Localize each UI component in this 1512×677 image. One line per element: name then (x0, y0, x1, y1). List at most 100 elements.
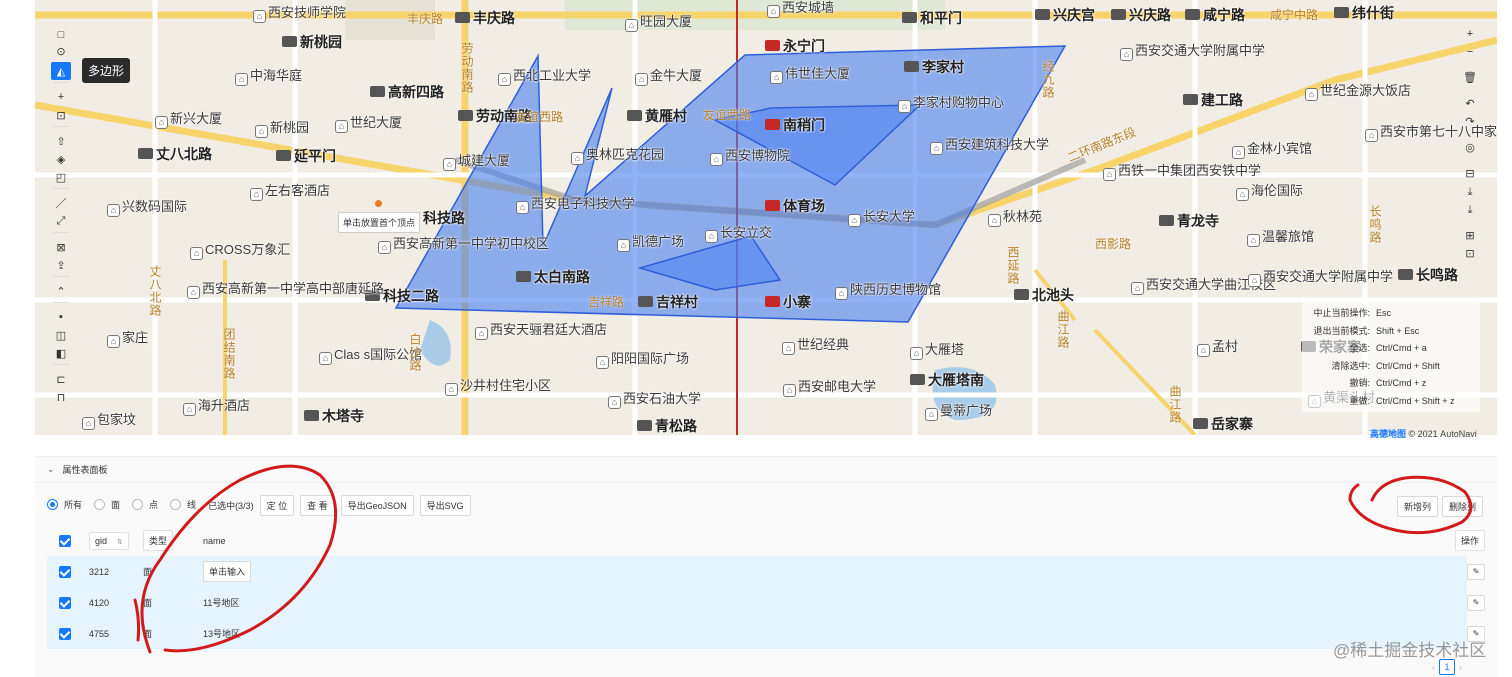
poi-marker[interactable]: ⌂ 西北工业大学 (498, 68, 591, 86)
metro-station[interactable]: 长鸣路 (1398, 267, 1458, 283)
redo-icon[interactable]: ↷ (1461, 114, 1479, 130)
poi-marker[interactable]: ⌂ 金林小宾馆 (1232, 141, 1312, 159)
download-icon[interactable]: ⤓ (1461, 184, 1479, 200)
radio-icon[interactable] (94, 499, 106, 510)
poi-marker[interactable]: ⌂ 凯德广场 (617, 234, 684, 252)
metro-station[interactable]: 延平门 (276, 148, 336, 164)
poi-marker[interactable]: ⌂ 阳阳国际广场 (596, 351, 689, 369)
metro-station[interactable]: 建工路 (1183, 92, 1243, 108)
circle-icon[interactable]: ⊙ (51, 42, 71, 60)
metro-station[interactable]: 和平门 (902, 10, 962, 26)
poi-marker[interactable]: ⌂ 海升酒店 (183, 398, 250, 416)
filter-radio[interactable]: 线 (170, 498, 196, 511)
page-number[interactable]: 1 (1439, 659, 1455, 675)
edit-icon[interactable]: ✎ (1467, 594, 1485, 611)
poi-marker[interactable]: ⌂ 世纪金源大饭店 (1305, 83, 1411, 101)
map-canvas[interactable]: 丰庆路 新桃园 高新四路 劳动南路 黄雁村 丈八北路 延平门 科技路 太白南路 科技二路 吉祥村 和平… (35, 0, 1497, 435)
metro-station[interactable]: 岳家寨 (1193, 416, 1253, 432)
prev-page-icon[interactable]: ‹ (1432, 662, 1435, 672)
row-checkbox[interactable] (59, 627, 71, 640)
poi-marker[interactable]: ⌂ 西安邮电大学 (783, 379, 876, 397)
chevron-down-icon[interactable]: ⌄ (47, 464, 55, 475)
table-row[interactable]: 4120 面 11号地区 ✎ (47, 587, 1485, 618)
header-type[interactable]: 类型 (143, 530, 174, 551)
zoom-in-icon[interactable]: + (1461, 26, 1479, 42)
metro-station[interactable]: 青龙寺 (1159, 213, 1219, 229)
fullscreen-icon[interactable]: ⊡ (1461, 246, 1479, 262)
metro-station[interactable]: 永宁门 (765, 38, 825, 54)
poi-marker[interactable]: ⌂ 世纪大厦 (335, 115, 402, 133)
poi-marker[interactable]: ⌂ 沙井村住宅小区 (445, 378, 551, 396)
metro-station[interactable]: 大雁塔南 (910, 372, 984, 388)
poi-marker[interactable]: ⌂ 金牛大厦 (635, 68, 702, 86)
poi-marker[interactable]: ⌂ 西安博物院 (710, 148, 790, 166)
poi-marker[interactable]: ⌂ 西安技师学院 (253, 5, 346, 23)
add-column-button[interactable]: 新增列 (1396, 496, 1438, 517)
poi-marker[interactable]: ⌂ 包家坟 (82, 412, 136, 430)
sort-icon[interactable]: ⇅ (117, 539, 123, 546)
poi-marker[interactable]: ⌂ 新兴大厦 (155, 111, 222, 129)
metro-station[interactable]: 木塔寺 (304, 408, 364, 424)
crop-icon[interactable]: ⊓ (51, 388, 71, 406)
radio-icon[interactable] (132, 499, 144, 510)
zoom-out-icon[interactable]: − (1461, 44, 1479, 60)
undo-icon[interactable]: ↶ (1461, 96, 1479, 112)
poi-marker[interactable]: ⌂ 左右客酒店 (250, 183, 330, 201)
metro-station[interactable]: 咸宁路 (1185, 7, 1245, 23)
row-checkbox[interactable] (59, 596, 71, 609)
line-icon[interactable]: ／ (51, 194, 71, 212)
edit-icon[interactable]: ✎ (1467, 563, 1485, 580)
filter-radio[interactable]: 所有 (47, 498, 82, 511)
cell-name[interactable]: 13号地区 (203, 627, 240, 640)
metro-station[interactable]: 南稍门 (765, 117, 825, 133)
filter-radio[interactable]: 面 (94, 498, 120, 511)
metro-station[interactable]: 北池头 (1014, 287, 1074, 303)
metro-station[interactable]: 李家村 (904, 59, 964, 75)
metro-station[interactable]: 青松路 (637, 418, 697, 434)
add-icon[interactable]: + (51, 88, 71, 106)
panel-header[interactable]: ⌄ 属性表面板 (35, 457, 1497, 483)
layer-icon[interactable]: ◫ (51, 326, 71, 344)
delete-column-button[interactable]: 删除列 (1441, 496, 1483, 517)
poi-marker[interactable]: ⌂ 西铁一中集团西安铁中学 (1103, 163, 1261, 181)
split-icon[interactable]: ⊏ (51, 370, 71, 388)
poi-marker[interactable]: ⌂ 李家村购物中心 (898, 95, 1004, 113)
download-svg-icon[interactable]: ⤓ (1461, 202, 1479, 218)
name-input[interactable]: 单击输入 (203, 561, 252, 582)
radio-icon[interactable] (170, 499, 182, 510)
radio-icon[interactable] (47, 499, 58, 510)
poi-marker[interactable]: ⌂ 旺园大厦 (625, 14, 692, 32)
metro-station[interactable]: 太白南路 (516, 269, 590, 285)
poi-marker[interactable]: ⌂ 长安大学 (848, 209, 915, 227)
delete-icon[interactable]: 🗑 (1461, 70, 1479, 86)
metro-station[interactable]: 新桃园 (282, 34, 342, 50)
poi-marker[interactable]: ⌂ 中海华庭 (235, 68, 302, 86)
poi-marker[interactable]: ⌂ 家庄 (107, 330, 148, 348)
poi-marker[interactable]: ⌂ 长安立交 (705, 225, 772, 243)
poi-marker[interactable]: ⌂ 西安石油大学 (608, 391, 701, 409)
metro-station[interactable]: 兴庆宫 (1035, 7, 1095, 23)
pan-icon[interactable]: ⇧ (51, 132, 71, 150)
cell-name[interactable]: 11号地区 (203, 596, 239, 609)
row-checkbox[interactable] (59, 565, 71, 578)
poi-marker[interactable]: ⌂ 西安电子科技大学 (516, 196, 635, 214)
metro-station[interactable]: 高新四路 (370, 84, 444, 100)
upload-icon[interactable]: ⇪ (51, 256, 71, 274)
export-geojson-button[interactable]: 导出GeoJSON (340, 494, 414, 516)
angle-icon[interactable]: ⌃ (51, 282, 71, 300)
header-gid[interactable]: gid ⇅ (89, 531, 129, 550)
poi-marker[interactable]: ⌂ 西安建筑科技大学 (930, 137, 1049, 155)
poi-marker[interactable]: ⌂ 曼蒂广场 (925, 403, 992, 421)
next-page-icon[interactable]: › (1459, 662, 1462, 672)
select-all-checkbox[interactable] (59, 534, 71, 547)
poi-marker[interactable]: ⌂ 伟世佳大厦 (770, 66, 850, 84)
poi-marker[interactable]: ⌂ 新桃园 (255, 120, 309, 138)
poi-marker[interactable]: ⌂ 陕西历史博物馆 (835, 282, 941, 300)
poi-marker[interactable]: ⌂ 孟村 (1197, 339, 1238, 357)
metro-station[interactable]: 纬什街 (1334, 5, 1394, 21)
metro-station[interactable]: 吉祥村 (638, 294, 698, 310)
grid-icon[interactable]: ⊞ (1461, 228, 1479, 244)
poi-marker[interactable]: ⌂ 世纪经典 (782, 337, 849, 355)
poi-marker[interactable]: ⌂ 西安天骊君廷大酒店 (475, 322, 607, 340)
poi-marker[interactable]: ⌂ 西安交通大学附属中学 (1120, 43, 1265, 61)
